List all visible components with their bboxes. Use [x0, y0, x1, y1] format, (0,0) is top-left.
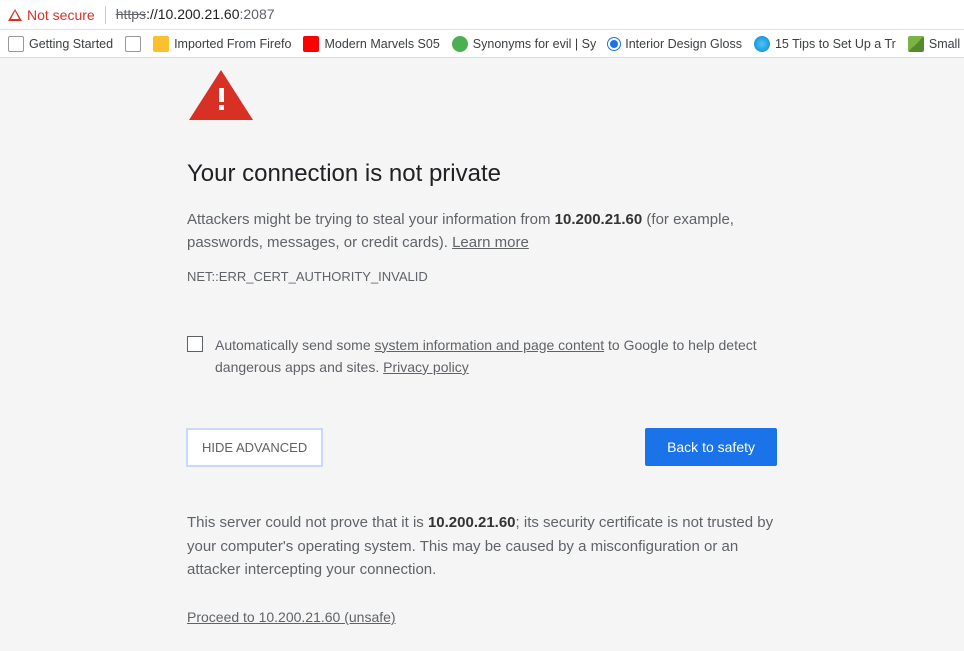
button-row: HIDE ADVANCED Back to safety	[187, 428, 777, 466]
bookmark-label: 15 Tips to Set Up a Tr	[775, 37, 896, 51]
bookmark-item[interactable]	[125, 36, 141, 52]
page-icon	[125, 36, 141, 52]
folder-icon	[153, 36, 169, 52]
url-display[interactable]: https://10.200.21.60:2087	[116, 6, 275, 24]
bookmark-item[interactable]: Modern Marvels S05	[303, 36, 439, 52]
advanced-explanation: This server could not prove that it is 1…	[187, 511, 777, 581]
green-icon	[452, 36, 468, 52]
learn-more-link[interactable]: Learn more	[452, 234, 529, 251]
bookmarks-bar: Getting Started Imported From Firefo Moder…	[0, 30, 964, 58]
bookmark-item[interactable]: 15 Tips to Set Up a Tr	[754, 36, 896, 52]
security-status-label[interactable]: Not secure	[27, 7, 95, 23]
proceed-unsafe-link[interactable]: Proceed to 10.200.21.60 (unsafe)	[187, 609, 396, 625]
divider	[105, 6, 106, 24]
ssr-opt-in-row: Automatically send some system informati…	[187, 334, 777, 379]
bookmark-item[interactable]: Getting Started	[8, 36, 113, 52]
bookmark-item[interactable]: Synonyms for evil | Sy	[452, 36, 596, 52]
address-bar: Not secure https://10.200.21.60:2087	[0, 0, 964, 30]
hide-advanced-button[interactable]: HIDE ADVANCED	[187, 429, 322, 466]
warning-triangle-icon	[8, 9, 22, 21]
page-content: Your connection is not private Attackers…	[0, 58, 964, 627]
adv-prefix: This server could not prove that it is	[187, 514, 428, 531]
youtube-icon	[303, 36, 319, 52]
warning-body: Attackers might be trying to steal your …	[187, 208, 777, 255]
error-code: NET::ERR_CERT_AUTHORITY_INVALID	[187, 269, 777, 284]
ssl-interstitial: Your connection is not private Attackers…	[187, 70, 777, 627]
page-heading: Your connection is not private	[187, 160, 777, 188]
big-warning-icon	[189, 70, 253, 120]
back-to-safety-button[interactable]: Back to safety	[645, 428, 777, 466]
privacy-policy-link[interactable]: Privacy policy	[383, 359, 469, 375]
bookmark-item[interactable]: Imported From Firefo	[153, 36, 291, 52]
url-port: :2087	[239, 6, 274, 22]
ssr-checkbox[interactable]	[187, 336, 203, 352]
adv-host: 10.200.21.60	[428, 514, 516, 531]
tips-icon	[754, 36, 770, 52]
url-host: 10.200.21.60	[158, 6, 240, 22]
bookmark-label: Interior Design Gloss	[625, 37, 742, 51]
bookmark-item[interactable]: Interior Design Gloss	[608, 37, 742, 51]
olive-icon	[608, 38, 620, 50]
url-sep: ://	[146, 6, 158, 22]
bookmark-item[interactable]: Small Bathr	[908, 36, 964, 52]
houzz-icon	[908, 36, 924, 52]
body-host: 10.200.21.60	[555, 211, 643, 228]
body-prefix: Attackers might be trying to steal your …	[187, 211, 555, 228]
system-info-link[interactable]: system information and page content	[375, 337, 605, 353]
bookmark-label: Getting Started	[29, 37, 113, 51]
bookmark-label: Modern Marvels S05	[324, 37, 439, 51]
bookmark-label: Small Bathr	[929, 37, 964, 51]
url-scheme: https	[116, 6, 146, 22]
page-icon	[8, 36, 24, 52]
ssr-prefix: Automatically send some	[215, 337, 375, 353]
bookmark-label: Synonyms for evil | Sy	[473, 37, 596, 51]
bookmark-label: Imported From Firefo	[174, 37, 291, 51]
ssr-text: Automatically send some system informati…	[215, 334, 777, 379]
